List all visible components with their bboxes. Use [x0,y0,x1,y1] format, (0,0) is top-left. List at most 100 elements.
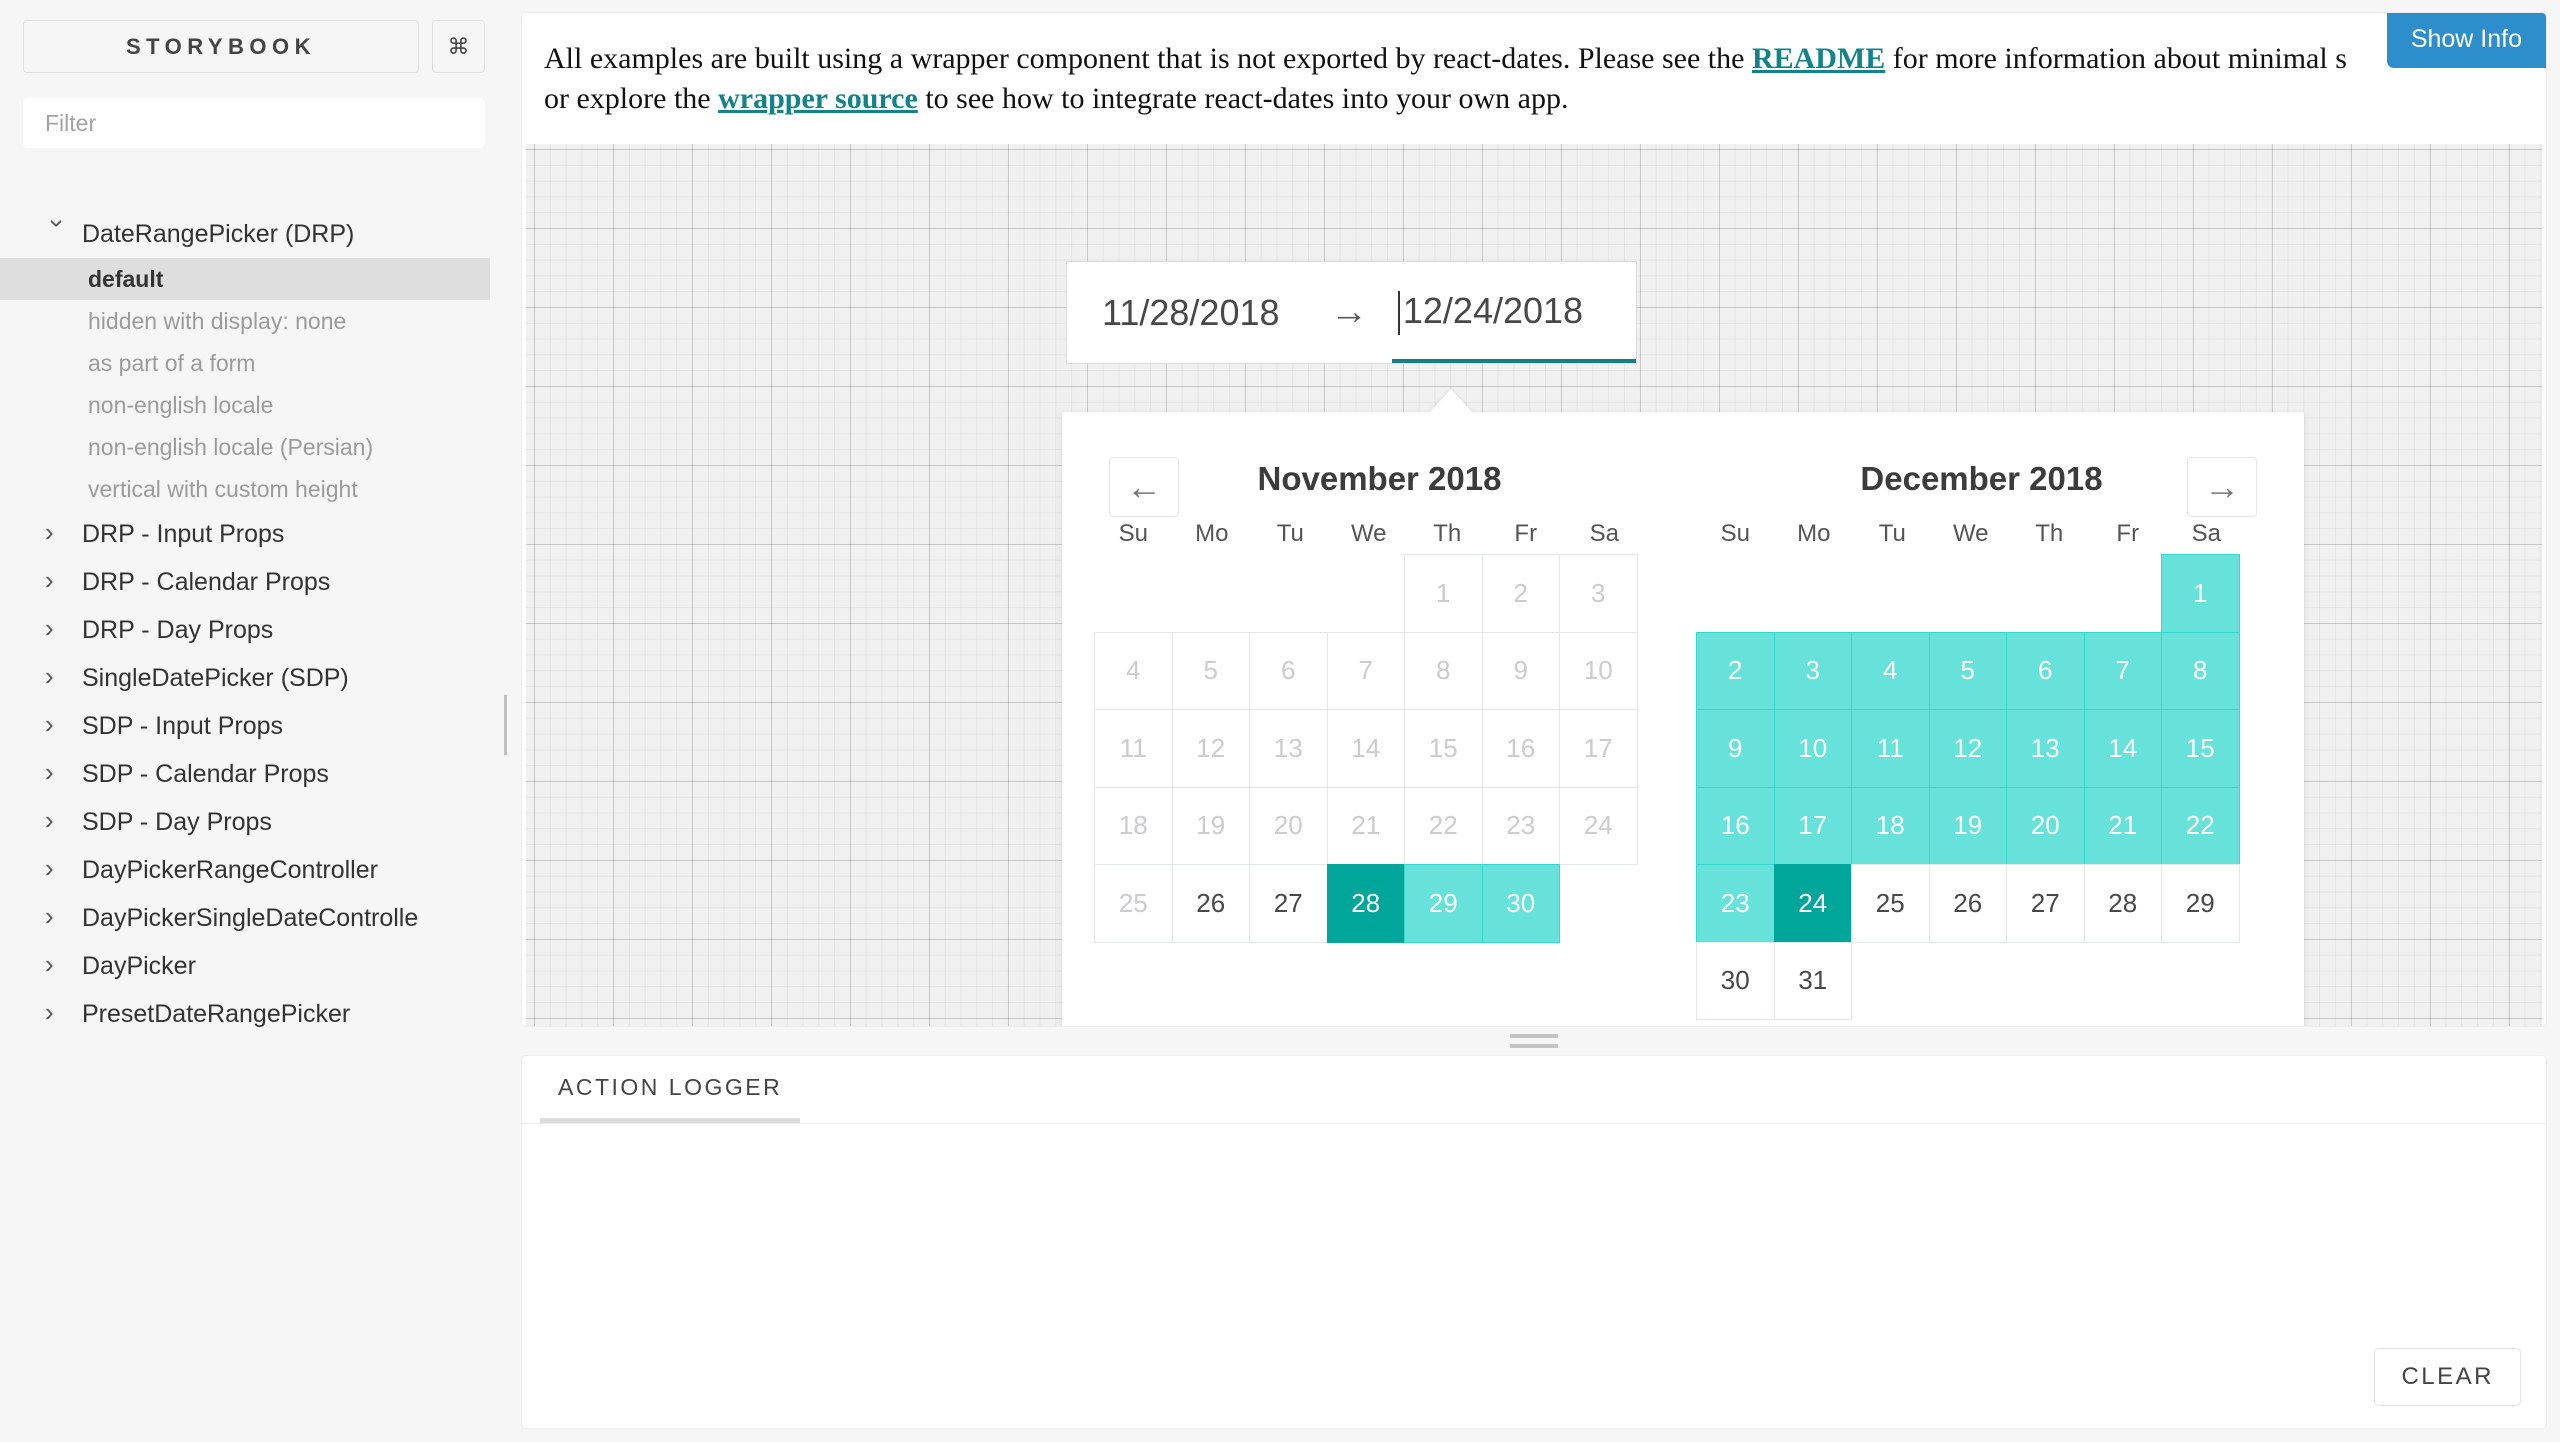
calendar-day[interactable]: 22 [2161,786,2240,866]
calendar-day[interactable]: 30 [1481,864,1560,943]
calendar-day[interactable]: 21 [2083,786,2162,866]
calendar-day[interactable]: 3 [1773,631,1852,711]
story-group-0[interactable]: › DateRangePicker (DRP) [0,210,508,258]
calendar-day: 8 [1404,631,1483,711]
calendar-day: 6 [1249,631,1328,711]
story-group-11[interactable]: › PresetDateRangePicker [0,990,508,1038]
story-group-4[interactable]: › SingleDatePicker (SDP) [0,654,508,702]
end-date-input[interactable]: 12/24/2018 [1391,262,1636,364]
storybook-app: STORYBOOK ⌘ › DateRangePicker (DRP) defaul… [0,0,2560,1442]
storybook-brand[interactable]: STORYBOOK [23,20,419,73]
story-item-as-part-of-a-form[interactable]: as part of a form [0,342,508,384]
calendar-day[interactable]: 26 [1171,864,1250,943]
calendar-day[interactable]: 2 [1696,631,1775,711]
calendar-day[interactable]: 27 [2006,864,2085,943]
story-item-non-english-locale[interactable]: non-english locale [0,384,508,426]
calendar-day[interactable]: 25 [1851,864,1930,943]
story-group-5[interactable]: › SDP - Input Props [0,702,508,750]
calendar-day[interactable]: 27 [1249,864,1328,943]
day-of-week-th: Th [2035,520,2064,548]
calendar-day-empty [1559,864,1638,943]
calendar-day[interactable]: 4 [1851,631,1930,711]
story-group-label: DRP - Day Props [82,615,274,644]
calendar-day[interactable]: 28 [2083,864,2162,943]
calendar-day: 10 [1559,631,1638,711]
readme-link[interactable]: README [1752,42,1885,75]
calendar-day[interactable]: 15 [2161,709,2240,788]
calendar-day[interactable]: 13 [2006,709,2085,788]
calendar-day[interactable]: 31 [1773,941,1852,1021]
calendar-day[interactable]: 28 [1326,864,1405,943]
calendar-day[interactable]: 6 [2006,631,2085,711]
day-of-week-su: Su [1720,520,1750,548]
calendar-day-empty [2084,942,2163,1021]
calendar-day[interactable]: 24 [1773,864,1852,943]
story-item-hidden-with-display-none[interactable]: hidden with display: none [0,300,508,342]
calendar-day[interactable]: 17 [1773,786,1852,866]
story-group-3[interactable]: › DRP - Day Props [0,606,508,654]
addon-panel: ACTION LOGGER CLEAR [522,1056,2546,1428]
calendar-day[interactable]: 11 [1851,709,1930,788]
calendar-day[interactable]: 20 [2006,786,2085,866]
story-group-2[interactable]: › DRP - Calendar Props [0,558,508,606]
panel-resize-handle[interactable] [522,1026,2546,1056]
calendar-day[interactable]: 12 [1928,709,2007,788]
calendar-day[interactable]: 26 [1928,864,2007,943]
calendar-week-row: 23 24 25 26 27 28 29 [1696,864,2267,943]
calendar-day[interactable]: 29 [1404,864,1483,943]
story-item-non-english-locale-persian-[interactable]: non-english locale (Persian) [0,426,508,468]
wrapper-source-link[interactable]: wrapper source [718,82,918,115]
calendar-day-empty [2161,942,2240,1021]
calendar-day[interactable]: 19 [1928,786,2007,866]
months-container: November 2018 Su Mo Tu We Th Fr Sa 1 2 3 4 5 6 7 8 9 10 11… [1062,412,2304,1021]
calendar-popup: ← → November 2018 Su Mo Tu We Th Fr Sa 1 2 3 4 5 6 7 8 9… [1062,412,2304,1026]
clear-button[interactable]: CLEAR [2374,1348,2521,1406]
story-group-6[interactable]: › SDP - Calendar Props [0,750,508,798]
preview-panel: All examples are built using a wrapper c… [522,13,2546,1026]
filter-input[interactable] [45,109,463,137]
resize-grip-line [503,695,507,755]
story-group-8[interactable]: › DayPickerRangeController [0,846,508,894]
calendar-day[interactable]: 14 [2083,709,2162,788]
calendar-day: 5 [1171,631,1250,711]
show-info-button[interactable]: Show Info [2386,13,2546,68]
calendar-day[interactable]: 29 [2161,864,2240,943]
story-group-1[interactable]: › DRP - Input Props [0,510,508,558]
month-title: November 2018 [1257,460,1502,498]
calendar-day[interactable]: 5 [1928,631,2007,711]
text-cursor [1397,290,1400,335]
chevron-right-icon: › [45,901,54,931]
story-group-9[interactable]: › DayPickerSingleDateControlle [0,894,508,942]
story-group-label: SDP - Input Props [82,711,284,740]
story-group-label: DayPickerRangeController [82,855,378,884]
calendar-day[interactable]: 9 [1696,709,1775,788]
story-item-vertical-with-custom-height[interactable]: vertical with custom height [0,468,508,510]
calendar-day[interactable]: 7 [2083,631,2162,711]
date-range-picker-input[interactable]: 11/28/2018 → 12/24/2018 [1066,261,1637,365]
month-title: December 2018 [1860,460,2103,498]
day-of-week-th: Th [1433,520,1462,548]
tab-action-logger[interactable]: ACTION LOGGER [540,1074,801,1123]
calendar-day-empty [1929,554,2008,633]
resize-grip-line [1510,1034,1558,1038]
day-of-week-we: We [1952,520,1989,548]
calendar-day[interactable]: 16 [1696,786,1775,866]
calendar-day[interactable]: 10 [1773,709,1852,788]
story-item-default[interactable]: default [0,258,490,300]
calendar-day[interactable]: 23 [1696,864,1775,943]
start-date-input[interactable]: 11/28/2018 [1067,262,1306,363]
story-group-label: PresetDateRangePicker [82,999,351,1028]
command-shortcut-icon[interactable]: ⌘ [432,20,485,73]
calendar-day[interactable]: 8 [2161,631,2240,711]
chevron-right-icon: › [45,709,54,739]
note-text-part2: for more information about minimal s [1885,42,2347,75]
story-group-10[interactable]: › DayPicker [0,942,508,990]
calendar-day: 21 [1326,786,1405,866]
calendar-day[interactable]: 1 [2161,554,2240,633]
calendar-day[interactable]: 18 [1851,786,1930,866]
end-date-value: 12/24/2018 [1402,289,1584,331]
story-group-7[interactable]: › SDP - Day Props [0,798,508,846]
filter-field[interactable] [23,98,485,148]
calendar-week-row: 4 5 6 7 8 9 10 [1094,631,1665,711]
calendar-day[interactable]: 30 [1696,941,1775,1021]
